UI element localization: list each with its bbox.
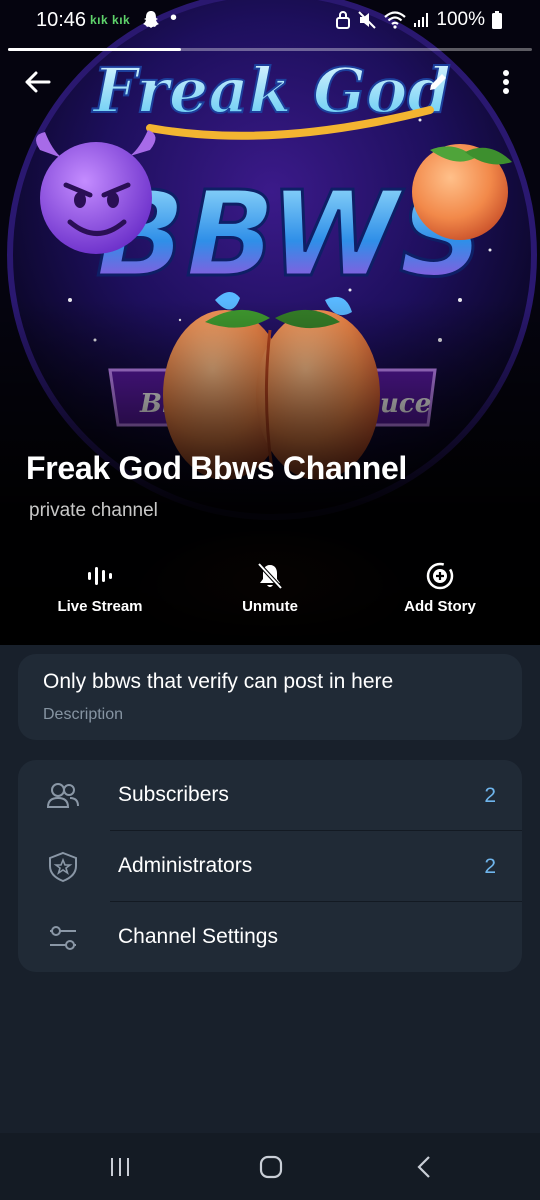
wifi-icon xyxy=(384,11,407,29)
channel-title: Freak God Bbws Channel xyxy=(26,450,408,486)
channel-settings-row[interactable]: Channel Settings xyxy=(18,902,522,973)
channel-info-card: Subscribers 2 Administrators 2 Channel S… xyxy=(18,760,522,972)
back-button[interactable] xyxy=(18,62,58,102)
live-stream-icon xyxy=(87,560,113,592)
battery-percent: 100% xyxy=(436,9,485,30)
subscribers-row[interactable]: Subscribers 2 xyxy=(18,760,522,831)
administrators-count: 2 xyxy=(484,855,496,878)
administrators-label: Administrators xyxy=(118,854,253,877)
add-story-label: Add Story xyxy=(404,598,476,615)
subscribers-label: Subscribers xyxy=(118,783,229,806)
lock-screen-icon xyxy=(336,11,351,29)
status-bar: 10:46 kık kık • 100% xyxy=(0,0,540,42)
kebab-menu-icon xyxy=(503,70,509,94)
story-progress-bar xyxy=(8,48,532,51)
bell-off-icon xyxy=(257,560,283,592)
unmute-button[interactable]: Unmute xyxy=(180,560,360,624)
recent-apps-icon xyxy=(111,1158,129,1176)
arrow-left-icon xyxy=(25,71,51,93)
live-stream-button[interactable]: Live Stream xyxy=(10,560,190,624)
system-back-button[interactable] xyxy=(404,1151,444,1183)
chevron-left-icon xyxy=(417,1156,430,1178)
sliders-icon xyxy=(50,926,76,950)
description-text: Only bbws that verify can post in here xyxy=(43,670,394,693)
status-right: 100% xyxy=(336,9,502,31)
subscribers-count: 2 xyxy=(484,784,496,807)
story-progress-fill xyxy=(8,48,181,51)
kik-notification-icons: kık kık xyxy=(90,13,131,27)
description-card[interactable]: Only bbws that verify can post in here D… xyxy=(18,654,522,740)
battery-icon xyxy=(492,11,502,29)
home-icon xyxy=(259,1155,283,1179)
people-icon xyxy=(46,783,79,808)
shield-star-icon xyxy=(49,851,77,883)
signal-icon xyxy=(414,13,429,27)
channel-settings-label: Channel Settings xyxy=(118,925,278,948)
live-stream-label: Live Stream xyxy=(57,598,143,615)
pencil-icon xyxy=(430,74,446,90)
add-story-button[interactable]: Add Story xyxy=(350,560,530,624)
channel-cover: Freak God BBWS Bl uce xyxy=(0,0,540,645)
edit-button[interactable] xyxy=(418,62,458,102)
add-story-icon xyxy=(425,560,455,592)
status-time: 10:46 xyxy=(36,9,87,31)
snapchat-icon xyxy=(142,10,160,36)
more-options-button[interactable] xyxy=(486,62,526,102)
recent-apps-button[interactable] xyxy=(100,1151,140,1183)
unmute-label: Unmute xyxy=(242,598,298,615)
home-button[interactable] xyxy=(251,1151,291,1183)
mute-icon xyxy=(358,11,377,29)
notification-dot-icon: • xyxy=(170,7,178,29)
channel-type: private channel xyxy=(29,500,158,521)
system-navigation-bar xyxy=(0,1133,540,1200)
administrators-row[interactable]: Administrators 2 xyxy=(18,831,522,902)
description-caption: Description xyxy=(43,706,124,723)
